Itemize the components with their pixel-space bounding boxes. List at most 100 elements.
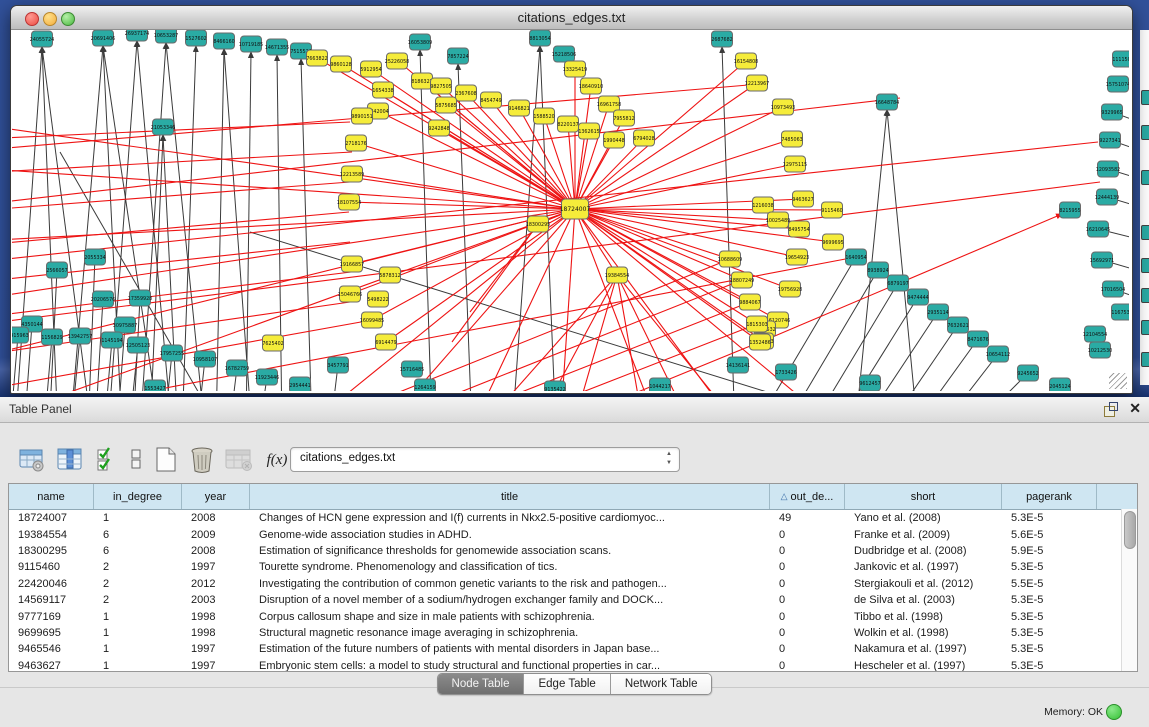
svg-text:8454749: 8454749 [480, 98, 501, 104]
table-cell: Yano et al. (2008) [845, 512, 1002, 524]
svg-text:3915963: 3915963 [12, 333, 29, 339]
table-vertical-scrollbar[interactable] [1121, 509, 1137, 672]
svg-text:10973493: 10973493 [771, 105, 795, 111]
table-panel-header: Table Panel ✕ [0, 397, 1149, 423]
table-mode-icon[interactable] [18, 446, 46, 474]
new-file-icon[interactable] [152, 446, 180, 474]
table-cell: 2012 [182, 578, 250, 590]
scrollbar-thumb[interactable] [1124, 511, 1136, 549]
table-row[interactable]: 1830029562008Estimation of significance … [9, 543, 1137, 559]
table-select-dropdown[interactable]: citations_edges.txt ▲▼ [290, 447, 680, 472]
table-cell: Investigating the contribution of common… [250, 578, 770, 590]
svg-text:1362615: 1362615 [578, 129, 599, 135]
network-graph[interactable]: 2405572420691406269371741065328715276028… [12, 30, 1129, 391]
window-titlebar[interactable]: citations_edges.txt [11, 6, 1132, 30]
memory-status-indicator-icon[interactable] [1106, 704, 1122, 720]
table-cell: Estimation of significance thresholds fo… [250, 545, 770, 557]
svg-text:7857224: 7857224 [447, 54, 468, 60]
table-row[interactable]: 911546021997Tourette syndrome. Phenomeno… [9, 559, 1137, 575]
float-panel-icon[interactable] [1104, 402, 1118, 416]
table-cell: 0 [770, 627, 845, 639]
svg-text:19756928: 19756928 [778, 287, 802, 293]
svg-text:1815303: 1815303 [746, 322, 767, 328]
svg-text:25226058: 25226058 [385, 59, 409, 65]
svg-text:16782759: 16782759 [225, 366, 249, 372]
table-cell: 0 [770, 561, 845, 573]
svg-text:15692971: 15692971 [1090, 258, 1114, 264]
table-toolbar: f(x) citations_edges.txt ▲▼ [0, 422, 1149, 483]
table-cell: 0 [770, 611, 845, 623]
column-header-pagerank[interactable]: pagerank [1002, 484, 1097, 509]
table-cell: Nakamura et al. (1997) [845, 643, 1002, 655]
dropdown-stepper-icon: ▲▼ [666, 450, 672, 468]
table-cell: Jankovic et al. (1997) [845, 561, 1002, 573]
table-cell: 14569117 [9, 594, 94, 606]
table-cell: Structural magnetic resonance image aver… [250, 627, 770, 639]
svg-text:1216038: 1216038 [752, 203, 773, 209]
table-row[interactable]: 946362711997Embryonic stem cells: a mode… [9, 658, 1137, 672]
table-cell: 5.9E-5 [1002, 545, 1097, 557]
table-row[interactable]: 946554611997Estimation of the future num… [9, 641, 1137, 657]
table-row[interactable]: 977716911998Corpus callosum shape and si… [9, 608, 1137, 624]
table-cell: 49 [770, 512, 845, 524]
delete-icon[interactable] [188, 446, 216, 474]
node-attribute-table: namein_degreeyear title △out_de...short pag… [8, 483, 1138, 672]
svg-text:9860128: 9860128 [330, 62, 351, 68]
table-row[interactable]: 1938455462009Genome-wide association stu… [9, 526, 1137, 542]
svg-text:7663822: 7663822 [306, 56, 327, 62]
table-row[interactable]: 2242004622012Investigating the contribut… [9, 576, 1137, 592]
table-cell: 1 [94, 512, 182, 524]
svg-text:15751074: 15751074 [1106, 82, 1129, 88]
function-builder-icon[interactable]: f(x) [260, 446, 294, 474]
svg-text:7632621: 7632621 [947, 323, 968, 329]
import-table-icon[interactable] [224, 446, 252, 474]
table-row[interactable]: 1456911722003Disruption of a novel membe… [9, 592, 1137, 608]
column-header-year[interactable]: year [182, 484, 250, 509]
table-cell: 2 [94, 578, 182, 590]
svg-text:10688609: 10688609 [718, 257, 742, 263]
svg-text:15046766: 15046766 [338, 292, 362, 298]
column-select-icon[interactable] [95, 446, 123, 474]
tab-edge-table[interactable]: Edge Table [524, 674, 610, 694]
svg-text:2935114: 2935114 [927, 310, 948, 316]
table-cell: 22420046 [9, 578, 94, 590]
svg-text:30975887: 30975887 [113, 323, 137, 329]
column-header-label: title [501, 491, 518, 503]
table-cell: Franke et al. (2009) [845, 529, 1002, 541]
network-canvas[interactable]: 2405572420691406269371741065328715276028… [12, 30, 1129, 391]
svg-text:10025489: 10025489 [766, 218, 790, 224]
table-cell: 2009 [182, 529, 250, 541]
column-header-title[interactable]: title [250, 484, 770, 509]
svg-text:9242848: 9242848 [428, 126, 449, 132]
table-cell: 5.3E-5 [1002, 643, 1097, 655]
column-header-label: pagerank [1026, 491, 1072, 503]
show-columns-icon[interactable] [56, 446, 84, 474]
column-header-name[interactable]: name [9, 484, 94, 509]
table-cell: 1998 [182, 627, 250, 639]
tab-network-table[interactable]: Network Table [611, 674, 712, 694]
svg-text:18107554: 18107554 [337, 200, 361, 206]
table-cell: Tibbo et al. (1998) [845, 611, 1002, 623]
svg-text:16210645: 16210645 [1086, 227, 1110, 233]
column-header-out_de[interactable]: △out_de... [770, 484, 845, 509]
svg-text:14671355: 14671355 [265, 45, 289, 51]
table-cell: 0 [770, 578, 845, 590]
close-panel-icon[interactable]: ✕ [1129, 400, 1141, 416]
tab-node-table[interactable]: Node Table [438, 674, 525, 694]
column-header-short[interactable]: short [845, 484, 1002, 509]
svg-text:1527602: 1527602 [185, 36, 206, 42]
svg-text:9329965: 9329965 [1101, 110, 1122, 116]
svg-text:13325419: 13325419 [563, 67, 587, 73]
table-cell: de Silva et al. (2003) [845, 594, 1002, 606]
background-node-fragment [1141, 320, 1149, 335]
column-header-in_degree[interactable]: in_degree [94, 484, 182, 509]
table-cell: Dudbridge et al. (2008) [845, 545, 1002, 557]
svg-text:8215955: 8215955 [1059, 208, 1080, 214]
resize-grip[interactable] [1109, 373, 1127, 389]
svg-text:17016504: 17016504 [1101, 287, 1125, 293]
network-window[interactable]: citations_edges.txt 24055724206914062693… [10, 5, 1133, 394]
table-row[interactable]: 1872400712008Changes of HCN gene express… [9, 510, 1137, 526]
table-cell: 1 [94, 627, 182, 639]
table-row[interactable]: 969969511998Structural magnetic resonanc… [9, 625, 1137, 641]
svg-text:16648784: 16648784 [875, 100, 899, 106]
